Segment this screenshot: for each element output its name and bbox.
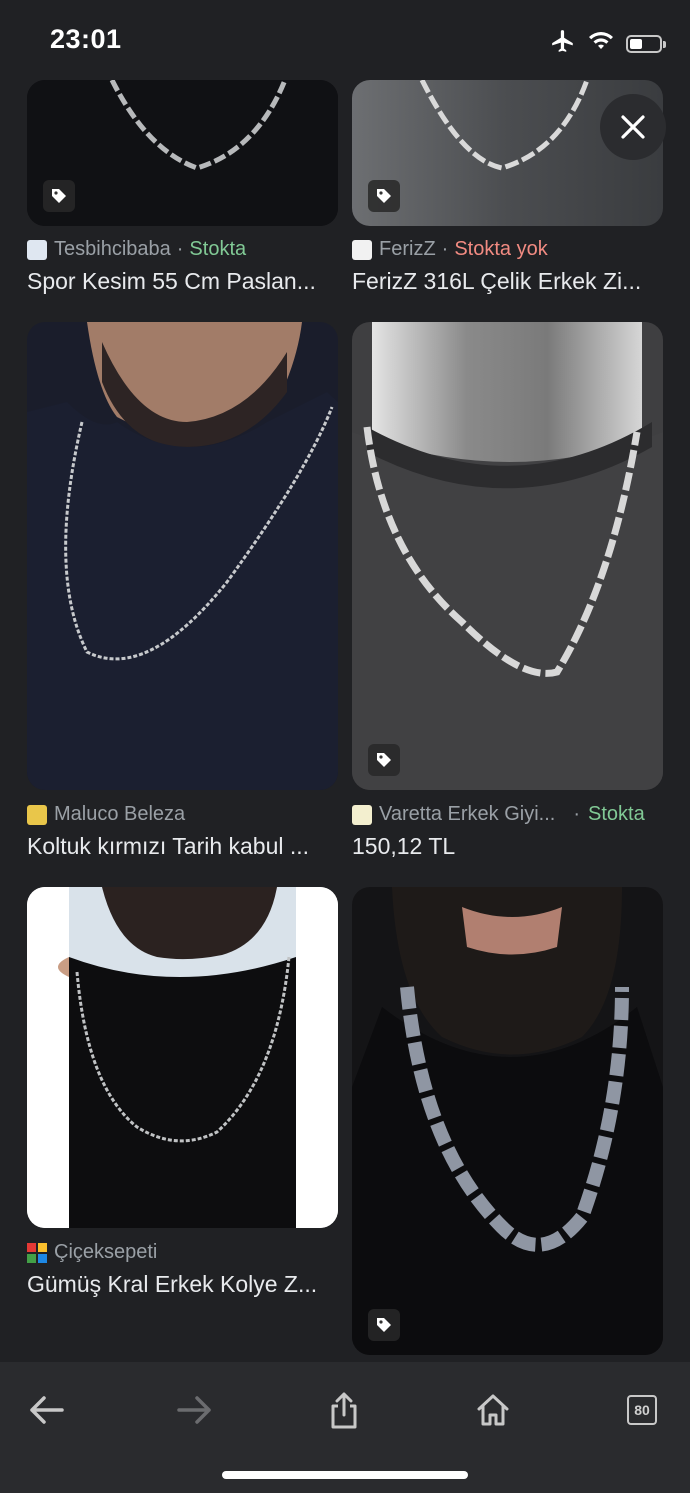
product-image[interactable] [352,887,663,1355]
source-name: Tesbihcibaba [54,238,171,260]
result-source: Varetta Erkek Giyi... · Stokta [352,803,645,826]
forward-icon [177,1396,211,1424]
wifi-icon [588,30,614,57]
site-favicon [27,239,47,260]
tag-icon [43,180,75,212]
site-favicon [27,804,47,825]
result-title[interactable]: 150,12 TL [352,833,658,860]
separator: · [573,803,581,825]
share-icon [331,1392,357,1429]
source-name: Maluco Beleza [54,803,186,825]
home-indicator [222,1471,468,1479]
product-image[interactable] [27,322,338,790]
tag-icon [368,180,400,212]
result-source: FerizZ · Stokta yok [352,238,548,261]
result-title[interactable]: Spor Kesim 55 Cm Paslan... [27,268,333,295]
stock-status: Stokta [588,803,645,825]
separator: · [176,238,184,260]
site-favicon [27,1242,47,1263]
tag-icon [368,1309,400,1341]
stock-status: Stokta [189,238,247,260]
source-name: Çiçeksepeti [54,1241,158,1263]
airplane-icon [550,28,576,59]
result-title[interactable]: Koltuk kırmızı Tarih kabul ... [27,833,333,860]
back-button[interactable] [16,1380,76,1440]
tabs-icon: 80 [627,1395,657,1425]
source-name: FerizZ [379,238,436,260]
battery-icon [626,34,666,53]
separator: · [441,238,449,260]
status-bar: 23:01 [0,0,690,80]
forward-button[interactable] [165,1380,225,1440]
result-title[interactable]: FerizZ 316L Çelik Erkek Zi... [352,268,658,295]
result-source: Tesbihcibaba · Stokta [27,238,246,261]
status-time: 23:01 [50,24,122,54]
home-icon [477,1394,509,1426]
home-button[interactable] [463,1380,523,1440]
back-icon [30,1396,64,1424]
site-favicon [352,804,372,825]
product-image[interactable] [27,80,338,226]
result-title[interactable]: Gümüş Kral Erkek Kolye Z... [27,1271,333,1298]
source-name: Varetta Erkek Giyi... [379,803,556,825]
stock-status: Stokta yok [454,238,548,260]
share-button[interactable] [314,1380,374,1440]
result-source: Çiçeksepeti [27,1241,157,1264]
tag-icon [368,744,400,776]
result-source: Maluco Beleza [27,803,185,826]
tabs-button[interactable]: 80 [612,1380,672,1440]
close-icon [621,115,645,139]
product-image[interactable] [352,322,663,790]
product-image[interactable] [27,887,338,1228]
close-button[interactable] [600,94,666,160]
site-favicon [352,239,372,260]
